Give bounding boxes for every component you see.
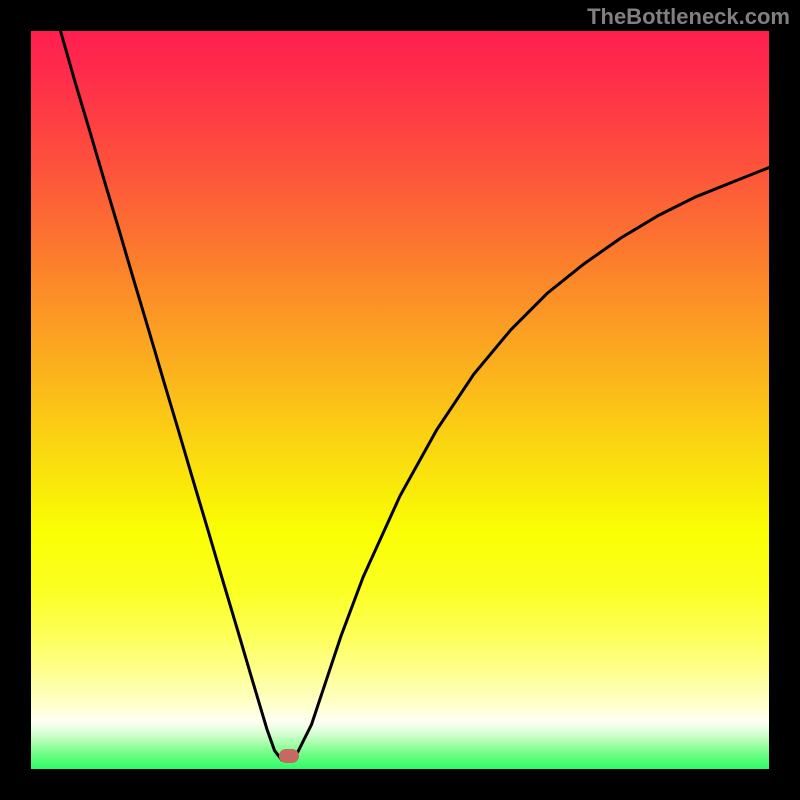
watermark-text: TheBottleneck.com — [587, 4, 790, 30]
gradient-background — [31, 31, 769, 769]
chart-svg — [31, 31, 769, 769]
optimal-point-marker — [279, 749, 299, 763]
plot-area — [31, 31, 769, 769]
